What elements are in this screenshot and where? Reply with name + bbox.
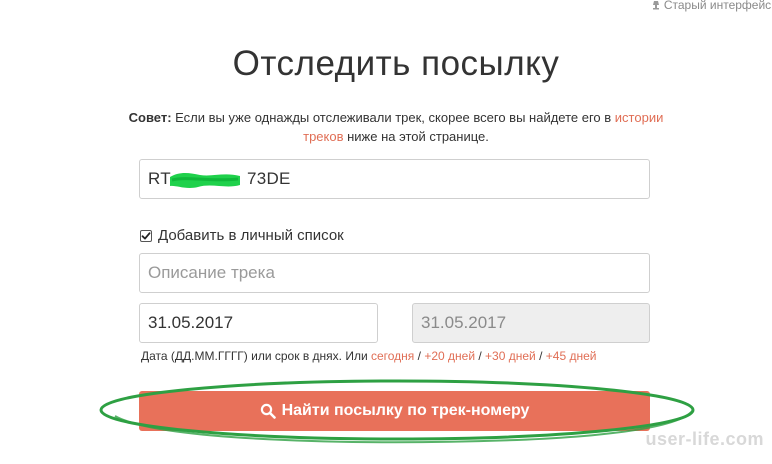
tip-label: Совет: <box>128 110 172 125</box>
shortcut-separator: / <box>475 349 486 363</box>
tip-text-after: ниже на этой странице. <box>343 129 489 144</box>
add-to-list-row[interactable]: Добавить в личный список <box>140 227 344 244</box>
add-to-list-label: Добавить в личный список <box>158 227 344 244</box>
date-to-input: 31.05.2017 <box>412 303 650 343</box>
date-from-value: 31.05.2017 <box>148 313 234 332</box>
shortcut-30-days-link[interactable]: +30 дней <box>485 349 536 363</box>
date-hint-text: Дата (ДД.ММ.ГГГГ) или срок в днях. Или <box>141 349 371 363</box>
track-description-placeholder: Описание трека <box>148 263 275 282</box>
date-to-value: 31.05.2017 <box>421 313 507 332</box>
shortcut-45-days-link[interactable]: +45 дней <box>546 349 597 363</box>
date-from-input[interactable]: 31.05.2017 <box>139 303 378 343</box>
track-description-input[interactable]: Описание трека <box>139 253 650 293</box>
track-number-suffix: 73DE <box>246 169 291 188</box>
old-interface-label[interactable]: Старый интерфейс т <box>664 0 772 11</box>
search-icon <box>260 403 276 419</box>
watermark: user-life.com <box>645 429 764 449</box>
history-link-continuation[interactable]: треков <box>303 129 343 144</box>
tip-text: Совет: Если вы уже однажды отслеживали т… <box>100 108 692 146</box>
redaction-scribble <box>170 173 240 188</box>
add-to-list-checkbox[interactable] <box>140 229 152 242</box>
old-interface-link[interactable]: Старый интерфейс т <box>651 0 772 11</box>
tip-text-before: Если вы уже однажды отслеживали трек, ск… <box>171 110 615 125</box>
find-parcel-button-label: Найти посылку по трек-номеру <box>281 402 530 419</box>
shortcut-20-days-link[interactable]: +20 дней <box>424 349 475 363</box>
history-link[interactable]: истории <box>615 110 664 125</box>
find-parcel-button[interactable]: Найти посылку по трек-номеру <box>139 391 650 431</box>
page-title: Отследить посылку <box>232 44 560 83</box>
shortcut-separator: / <box>535 349 546 363</box>
checkmark-icon <box>141 231 151 239</box>
shortcut-separator: / <box>414 349 425 363</box>
date-hint: Дата (ДД.ММ.ГГГГ) или срок в днях. Или с… <box>141 349 596 363</box>
lamp-icon <box>652 1 659 10</box>
shortcut-today-link[interactable]: сегодня <box>371 349 414 363</box>
